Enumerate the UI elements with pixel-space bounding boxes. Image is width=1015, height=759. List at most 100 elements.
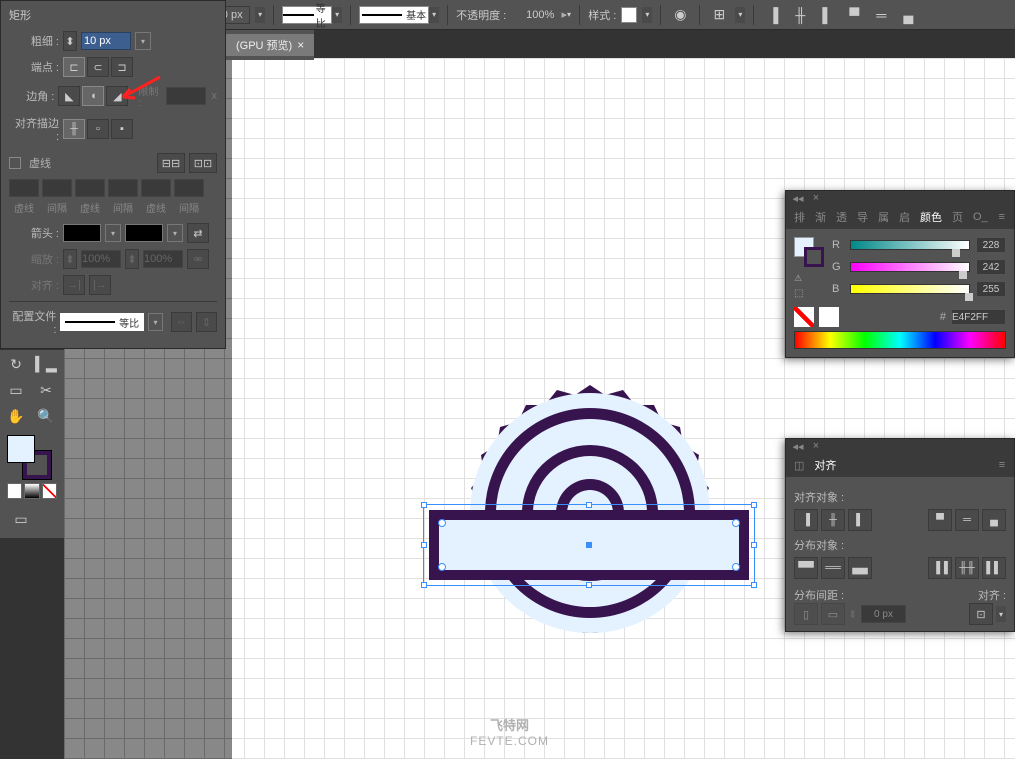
collapse-icon[interactable]: ◂◂ (790, 441, 806, 451)
profile-combo[interactable]: 等比 (60, 313, 143, 331)
brush-combo[interactable]: 基本 (359, 6, 429, 24)
b-value[interactable] (976, 281, 1006, 297)
corner-miter-button[interactable]: ◣ (58, 86, 80, 106)
white-swatch[interactable] (819, 307, 839, 327)
tab-page[interactable]: 页 (948, 207, 967, 227)
tab-nav[interactable]: 导 (853, 207, 872, 227)
arrow-start-dd[interactable]: ▾ (105, 224, 121, 242)
fill-color[interactable] (7, 435, 35, 463)
cap-round-button[interactable]: ⊂ (87, 57, 109, 77)
align-hcenter-icon[interactable]: ╫ (789, 4, 811, 26)
spectrum-bar[interactable] (794, 331, 1006, 349)
artboard-tool-icon[interactable]: ▭ (2, 378, 30, 402)
arrow-end-dd[interactable]: ▾ (167, 224, 183, 242)
align-top-button[interactable]: ▀ (928, 509, 952, 531)
g-slider[interactable] (850, 262, 970, 272)
weight-dropdown[interactable]: ▾ (135, 32, 151, 50)
rotate-tool-icon[interactable]: ↻ (2, 352, 30, 376)
align-inside-button[interactable]: ▫ (87, 119, 109, 139)
align-center-button[interactable]: ╫ (63, 119, 85, 139)
dash-align-icon[interactable]: ⊡⊡ (189, 153, 217, 173)
tab-launch[interactable]: 启 (895, 207, 914, 227)
dist-bottom-button[interactable]: ▄▄ (848, 557, 872, 579)
align-hcenter-button[interactable]: ╫ (821, 509, 845, 531)
dist-right-button[interactable]: ▌▌ (982, 557, 1006, 579)
weight-dd[interactable] (255, 7, 265, 23)
arrow-start[interactable] (63, 224, 101, 242)
recolor-icon[interactable]: ◉ (669, 4, 691, 26)
align-tab-icon: ◫ (790, 457, 808, 474)
screen-mode-icon[interactable]: ▭ (7, 507, 35, 531)
op-expand[interactable]: ▸ (561, 7, 571, 23)
brush-dd[interactable] (429, 7, 439, 23)
tab-transparency[interactable]: 透 (832, 207, 851, 227)
align-tab[interactable]: 对齐 (810, 455, 840, 475)
align-vcenter-button[interactable]: ═ (955, 509, 979, 531)
color-swatch-picker[interactable] (794, 237, 824, 267)
slice-tool-icon[interactable]: ✂ (32, 378, 60, 402)
hand-tool-icon[interactable]: ✋ (2, 404, 30, 428)
align-outside-button[interactable]: ▪ (111, 119, 133, 139)
r-slider[interactable] (850, 240, 970, 250)
align-right-icon[interactable]: ▌ (816, 4, 838, 26)
tab-gradient[interactable]: 渐 (811, 207, 830, 227)
align-left-icon[interactable]: ▐ (762, 4, 784, 26)
corner-round-button[interactable]: ◖ (82, 86, 104, 106)
cap-square-button[interactable]: ⊐ (111, 57, 133, 77)
hex-input[interactable] (951, 309, 1006, 325)
tab-color[interactable]: 颜色 (916, 207, 946, 227)
dist-top-button[interactable]: ▀▀ (794, 557, 818, 579)
zoom-tool-icon[interactable]: 🔍 (32, 404, 60, 428)
g-value[interactable] (976, 259, 1006, 275)
tab-attr[interactable]: 属 (874, 207, 893, 227)
color-mode-solid[interactable] (7, 483, 22, 499)
none-swatch[interactable] (794, 307, 814, 327)
style-dd[interactable] (642, 7, 652, 23)
dist-hcenter-button[interactable]: ╫╫ (955, 557, 979, 579)
opacity-input[interactable] (511, 6, 556, 24)
align-right-button[interactable]: ▌ (848, 509, 872, 531)
graph-tool-icon[interactable]: ▍▂ (32, 352, 60, 376)
panel-menu-icon[interactable]: ≡ (994, 460, 1010, 470)
dash-preserve-icon[interactable]: ⊟⊟ (157, 153, 185, 173)
color-mode-none[interactable] (42, 483, 57, 499)
align-left-button[interactable]: ▐ (794, 509, 818, 531)
tab-other[interactable]: O_ (969, 209, 992, 225)
shape-builder-icon[interactable]: ⊞ (708, 4, 730, 26)
collapse-icon[interactable]: ◂◂ (790, 193, 806, 203)
arrow-label: 箭头 : (9, 225, 59, 241)
fill-stroke-picker[interactable] (7, 435, 51, 479)
stepper-icon[interactable]: ⬍ (63, 31, 77, 51)
vw-dd[interactable] (332, 7, 342, 23)
close-panel-icon[interactable]: × (808, 193, 824, 203)
variable-width-combo[interactable]: 等比 (282, 6, 332, 24)
style-swatch[interactable] (621, 7, 637, 23)
dist-left-button[interactable]: ▐▐ (928, 557, 952, 579)
panel-menu-icon[interactable]: ≡ (994, 212, 1010, 222)
weight-input[interactable] (81, 32, 131, 50)
tab-bar: (GPU 预览) × (226, 30, 314, 60)
close-tab-icon[interactable]: × (297, 38, 304, 52)
web-safe-icon[interactable]: ⬚ (794, 288, 824, 299)
tab-layers[interactable]: 排 (790, 207, 809, 227)
align-bottom-button[interactable]: ▄ (982, 509, 1006, 531)
align-vcenter-icon[interactable]: ═ (870, 4, 892, 26)
arrow-end[interactable] (125, 224, 163, 242)
align-stroke-label: 对齐描边 : (9, 115, 59, 143)
dist-vcenter-button[interactable]: ══ (821, 557, 845, 579)
profile-dd[interactable]: ▾ (148, 313, 163, 331)
close-panel-icon[interactable]: × (808, 441, 824, 451)
r-value[interactable] (976, 237, 1006, 253)
align-to-button[interactable]: ⊡ (969, 603, 993, 625)
cap-butt-button[interactable]: ⊏ (63, 57, 85, 77)
align-to-dd[interactable] (996, 606, 1006, 622)
dashed-checkbox[interactable] (9, 157, 21, 169)
align-top-icon[interactable]: ▀ (843, 4, 865, 26)
swap-arrows-icon[interactable]: ⇄ (187, 223, 209, 243)
document-tab[interactable]: (GPU 预览) × (226, 34, 314, 56)
b-slider[interactable] (850, 284, 970, 294)
color-mode-gradient[interactable] (24, 483, 39, 499)
sb-dd[interactable] (735, 7, 745, 23)
align-bottom-icon[interactable]: ▄ (897, 4, 919, 26)
out-of-gamut-icon[interactable]: ⚠ (794, 273, 824, 284)
